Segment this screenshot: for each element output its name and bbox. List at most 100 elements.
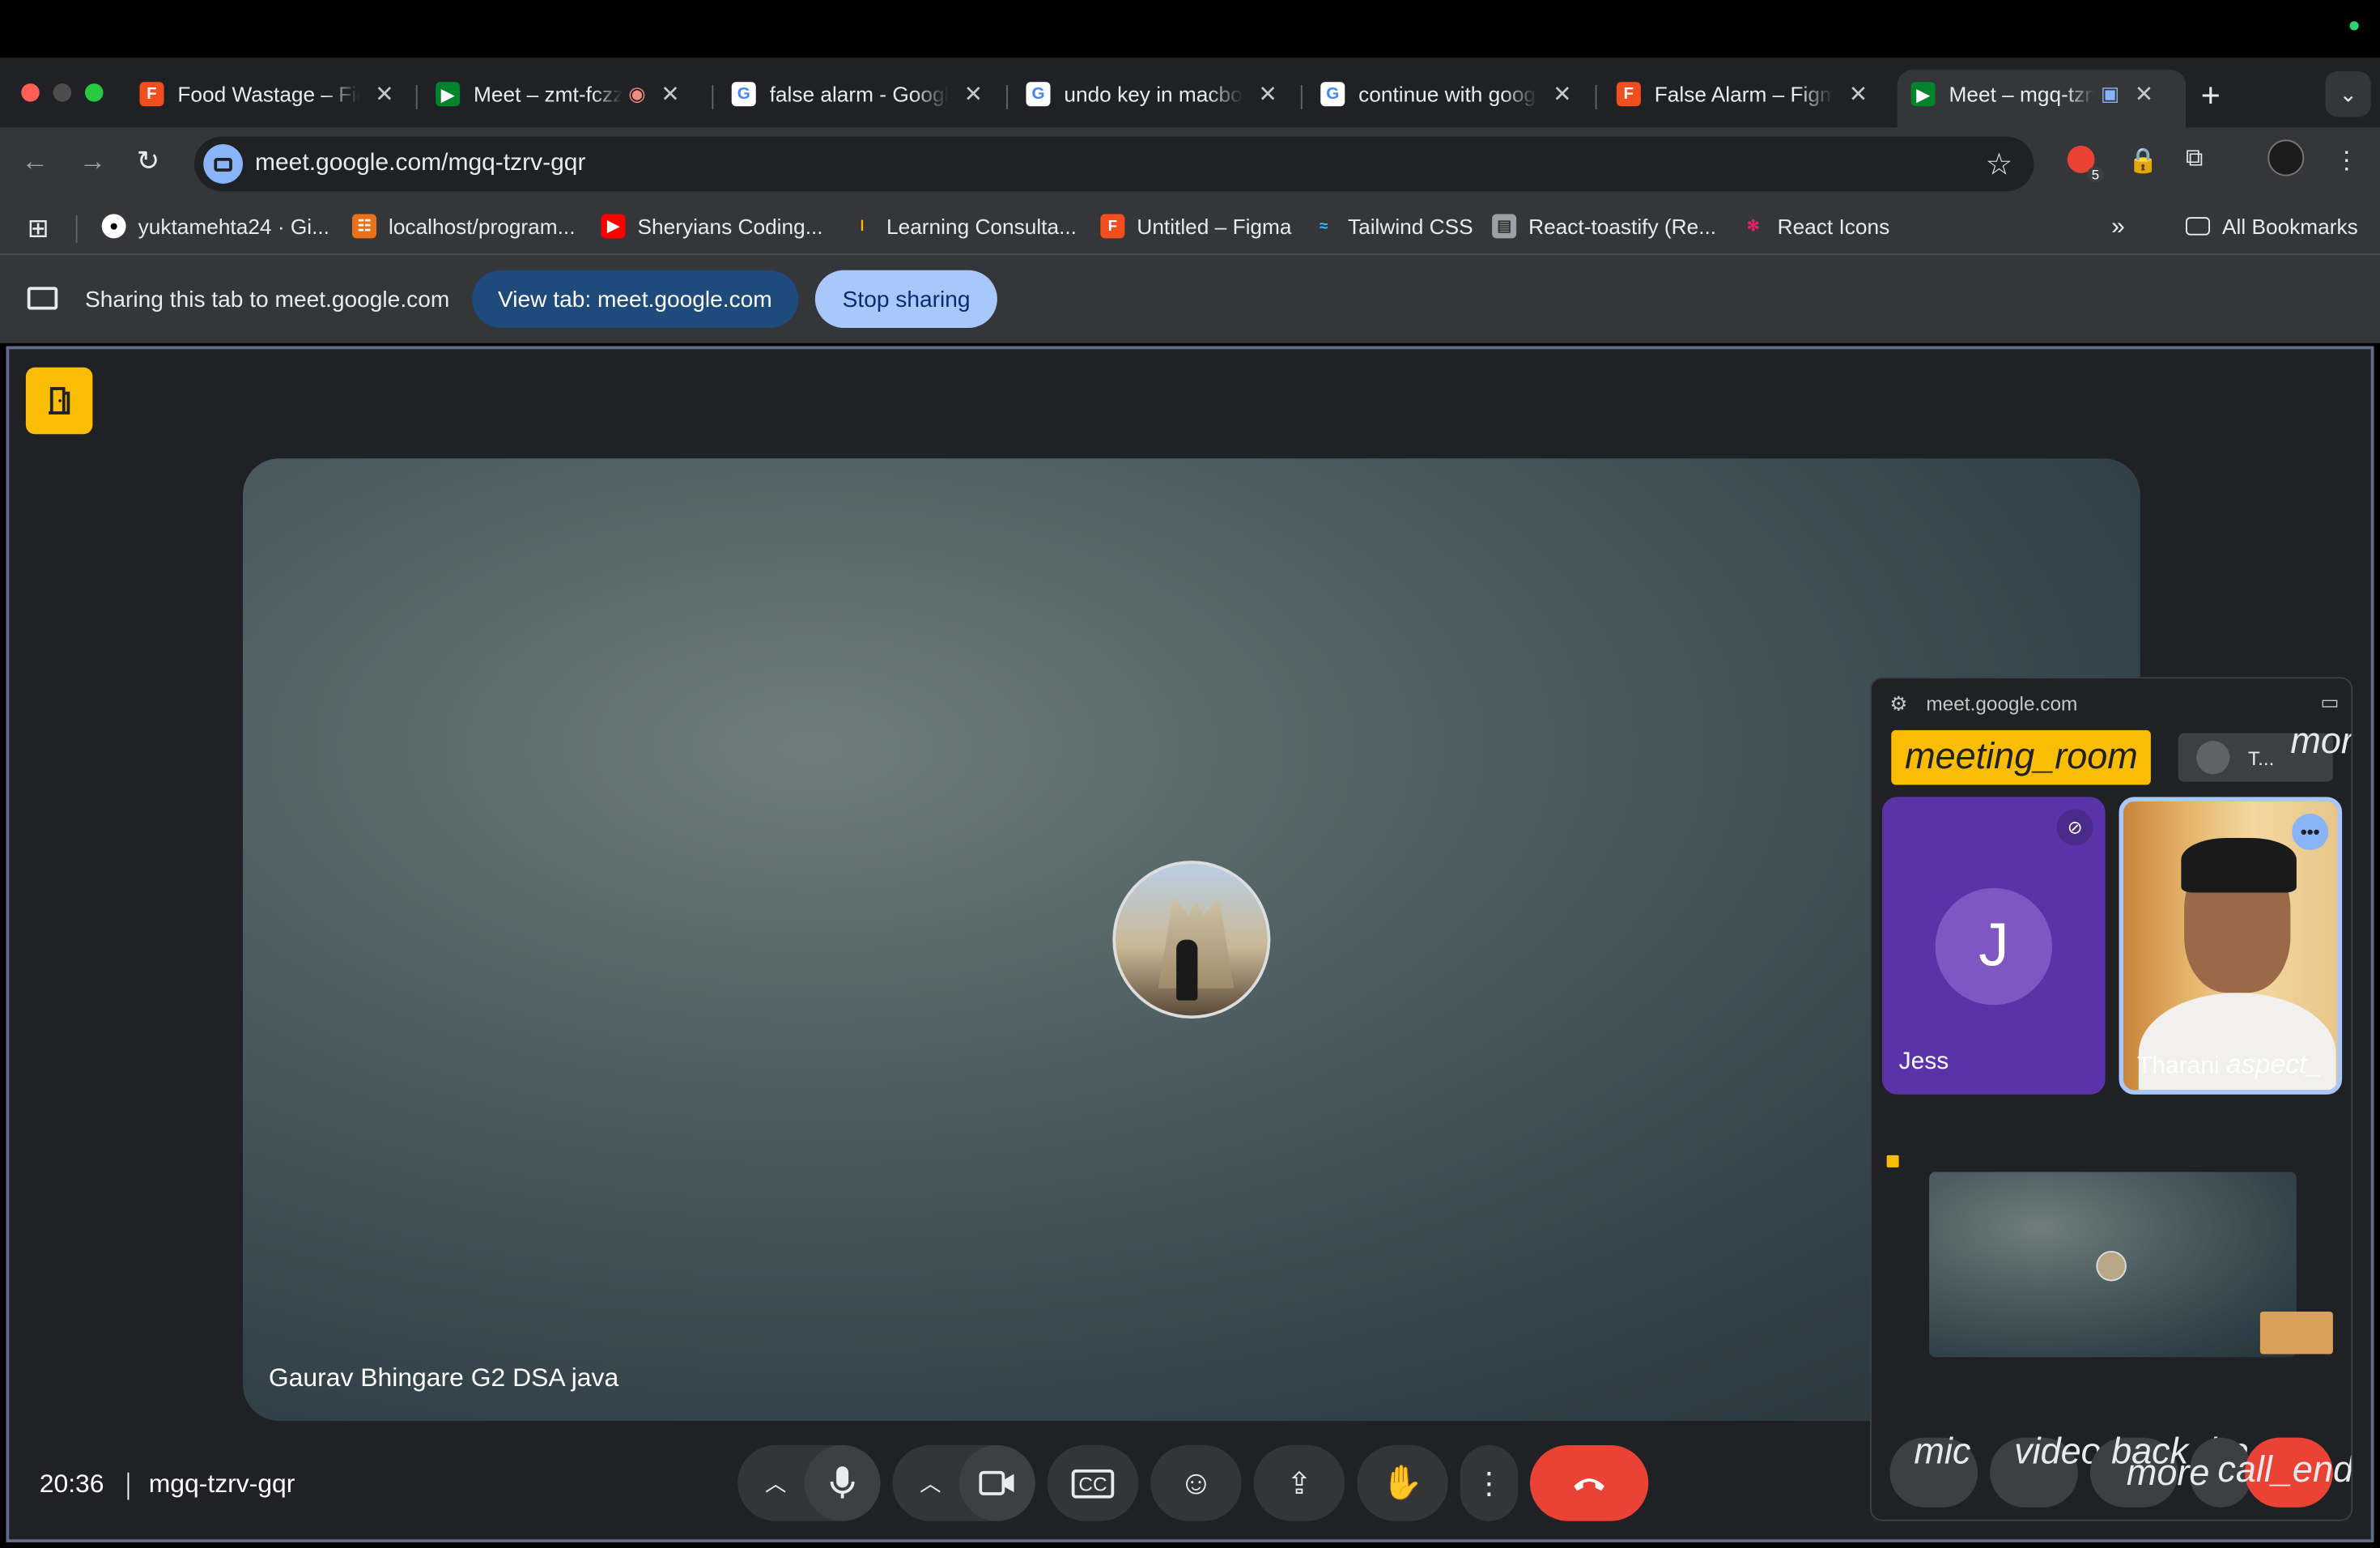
videocam-icon (979, 1470, 1014, 1495)
sharing-status-text: Sharing this tab to meet.google.com (85, 287, 450, 313)
tab-continue-google[interactable]: G continue with google ✕ (1320, 73, 1572, 116)
participant-name: Tharani aspect_ (2137, 1048, 2323, 1080)
camera-button[interactable] (959, 1445, 1035, 1521)
bookmark-github[interactable]: ● yuktamehta24 · Gi... (101, 214, 329, 239)
tab-search-icon[interactable]: ⌄ (2325, 71, 2371, 117)
back-icon[interactable]: ← (21, 146, 49, 177)
bookmark-divider (75, 215, 78, 243)
new-tab-icon[interactable]: + (2201, 76, 2221, 116)
tab-separator (1595, 85, 1597, 109)
google-icon: G (1320, 82, 1345, 107)
profile-avatar[interactable] (2267, 139, 2305, 176)
more-horiz-icon[interactable]: ••• (2292, 814, 2329, 850)
bookmark-untitled-figma[interactable]: F Untitled – Figma (1100, 214, 1292, 239)
apps-grid-icon[interactable]: ⊞ (28, 214, 49, 245)
extensions-puzzle-icon[interactable]: ⧉ (2186, 146, 2203, 173)
sharing-icon: ▣ (2101, 82, 2120, 105)
zoom-window-button[interactable] (85, 83, 104, 102)
pip-settings-icon[interactable]: ⚙ (1889, 692, 1907, 717)
minimize-window-button[interactable] (53, 83, 72, 102)
main-participant-tile[interactable]: Gaurav Bhingare G2 DSA java (243, 458, 2140, 1421)
status-dot-icon (2349, 21, 2359, 31)
tab-meet-zmt[interactable]: ▶ Meet – zmt-fczz ◉ ✕ (436, 73, 680, 116)
picture-in-picture-window[interactable]: ⚙ meet.google.com ▭ meeting_room T... mo… (1870, 677, 2353, 1521)
present-button[interactable]: ⇪ (1253, 1445, 1345, 1521)
participant-chip-avatar (2196, 741, 2230, 775)
meeting-code: mgq-tzrv-gqr (148, 1469, 295, 1499)
meeting-room-icon[interactable] (25, 367, 93, 435)
pip-host: meet.google.com (1926, 692, 2078, 716)
toastify-icon: ▤ (1492, 214, 1517, 239)
close-tab-icon[interactable]: ✕ (1553, 80, 1572, 108)
meeting-room-chip[interactable]: meeting_room (1891, 729, 2152, 785)
participant-tile-tharani[interactable]: ••• Tharani aspect_ (2119, 797, 2343, 1095)
bookmark-localhost[interactable]: ☷ localhost/program... (352, 214, 576, 239)
tab-separator (712, 85, 714, 109)
leave-call-button[interactable] (1530, 1445, 1649, 1521)
mic-icon (830, 1466, 855, 1499)
close-tab-icon[interactable]: ✕ (2135, 80, 2154, 108)
pip-mic-label: mic (1914, 1431, 1971, 1473)
pip-leave-label: call_end (2217, 1449, 2353, 1491)
reactions-button[interactable]: ☺ (1150, 1445, 1242, 1521)
emoji-icon: ☺ (1179, 1463, 1213, 1502)
more-vert-icon: ⋮ (1473, 1467, 1505, 1501)
close-tab-icon[interactable]: ✕ (1849, 80, 1868, 108)
reload-icon[interactable]: ↻ (137, 146, 159, 177)
github-icon: ● (101, 214, 126, 239)
lock-extension-icon[interactable]: 🔒 (2128, 146, 2158, 176)
self-view-preview (1929, 1172, 2333, 1358)
tab-meet-mgq[interactable]: ▶ Meet – mgq-tzrv ▣ ✕ (1910, 73, 2154, 116)
raise-hand-button[interactable]: ✋ (1357, 1445, 1448, 1521)
meet-icon: ▶ (1910, 82, 1936, 107)
tab-false-alarm-figma[interactable]: F False Alarm – Figma ✕ (1616, 73, 1868, 116)
pip-more-label[interactable]: mor (2290, 721, 2351, 764)
bookmark-tailwind[interactable]: ≈ Tailwind CSS (1311, 214, 1473, 238)
bookmark-react-toastify[interactable]: ▤ React-toastify (Re... (1492, 214, 1716, 239)
call-end-icon (1574, 1478, 1604, 1491)
jess-avatar: J (1935, 887, 2052, 1006)
tailwind-icon: ≈ (1319, 218, 1328, 235)
figma-icon: F (139, 82, 164, 107)
bookmark-star-icon[interactable]: ☆ (1986, 146, 2013, 184)
tab-food-wastage[interactable]: F Food Wastage – Figma ✕ (139, 73, 394, 116)
tab-sharing-bar: Sharing this tab to meet.google.com View… (0, 255, 2380, 343)
learning-icon: ǀ (860, 218, 865, 235)
extension-red-icon[interactable]: 5 (2067, 146, 2104, 182)
bookmark-learning[interactable]: ǀ Learning Consulta... (850, 214, 1077, 238)
youtube-icon: ▶ (601, 214, 626, 239)
folder-icon (2186, 217, 2210, 236)
all-bookmarks-button[interactable]: All Bookmarks (2186, 214, 2358, 238)
captions-icon: CC (1071, 1469, 1115, 1498)
tab-false-alarm-google[interactable]: G false alarm - Google ✕ (731, 73, 984, 116)
chrome-menu-icon[interactable]: ⋮ (2335, 146, 2359, 176)
meeting-time: 20:36 (39, 1469, 104, 1499)
tab-separator (1300, 85, 1303, 109)
preview-controls (1887, 1365, 2340, 1377)
close-window-button[interactable] (21, 83, 40, 102)
close-tab-icon[interactable]: ✕ (964, 80, 984, 108)
forward-icon[interactable]: → (79, 146, 107, 177)
participant-name: Gaurav Bhingare G2 DSA java (268, 1363, 619, 1393)
hand-icon: ✋ (1381, 1463, 1424, 1502)
more-bookmarks-icon[interactable]: » (2111, 214, 2125, 241)
url-text[interactable]: meet.google.com/mgq-tzrv-gqr (255, 151, 585, 178)
close-tab-icon[interactable]: ✕ (661, 80, 680, 108)
captions-button[interactable]: CC (1047, 1445, 1139, 1521)
more-options-button[interactable]: ⋮ (1460, 1445, 1518, 1521)
tab-undo-key[interactable]: G undo key in macbook ✕ (1026, 73, 1277, 116)
close-tab-icon[interactable]: ✕ (375, 80, 394, 108)
participant-tile-jess[interactable]: ⊘ J Jess (1882, 797, 2106, 1095)
google-icon: G (1026, 82, 1051, 107)
bookmark-sheryians[interactable]: ▶ Sheryians Coding... (601, 214, 823, 239)
mic-button[interactable] (804, 1445, 881, 1521)
address-bar[interactable]: meet.google.com/mgq-tzrv-gqr ☆ (194, 136, 2034, 192)
site-info-icon[interactable] (203, 144, 243, 184)
bookmark-react-icons[interactable]: ✻ React Icons (1741, 214, 1890, 238)
back-to-tab-icon[interactable]: ▭ (2320, 691, 2339, 715)
view-tab-button[interactable]: View tab: meet.google.com (472, 270, 798, 328)
stop-sharing-button[interactable]: Stop sharing (814, 270, 998, 328)
close-tab-icon[interactable]: ✕ (1258, 80, 1277, 108)
mic-options-chevron-icon[interactable]: ︿ (765, 1468, 786, 1499)
camera-options-chevron-icon[interactable]: ︿ (920, 1468, 941, 1499)
